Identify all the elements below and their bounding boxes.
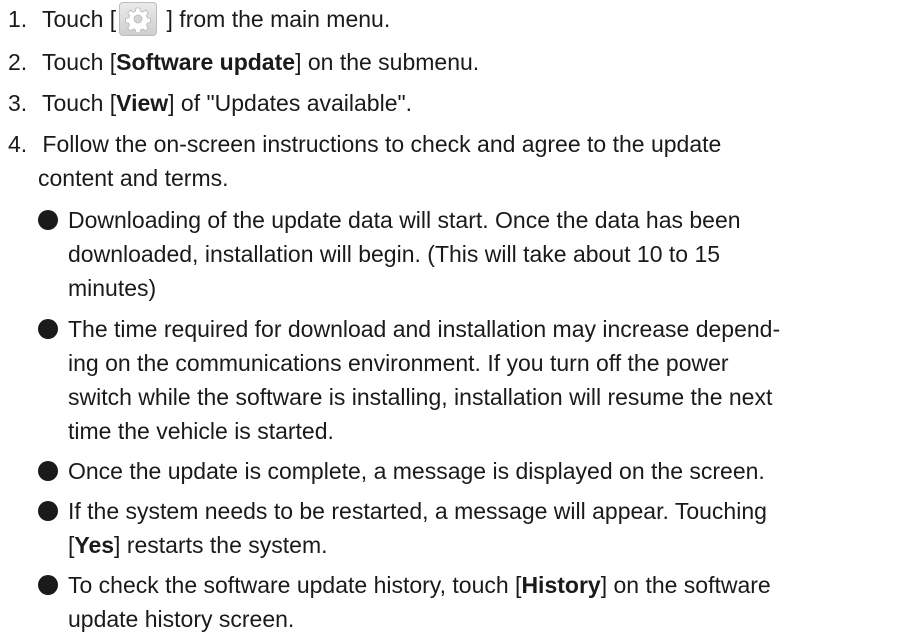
view-label: View (116, 90, 169, 116)
step-1: 1. Touch [ ] from the main menu. (8, 2, 888, 36)
bullet-item: The time required for download and insta… (38, 312, 888, 448)
step-text-line: Follow the on-screen instructions to che… (42, 131, 722, 157)
step-text-before: Touch [ (41, 49, 117, 75)
gear-icon (119, 2, 158, 36)
bullet-text: If the system needs to be restarted, a m… (68, 494, 888, 562)
bullet-text: The time required for download and insta… (68, 312, 888, 448)
bullet-dot-icon (38, 319, 58, 339)
bullet-text: Downloading of the update data will star… (68, 203, 888, 305)
history-label: History (521, 572, 601, 598)
bullet-line: If the system needs to be restarted, a m… (68, 498, 767, 524)
step-text-line: content and terms. (38, 165, 229, 191)
step-3: 3. Touch [View] of "Updates available". (8, 86, 888, 120)
step-4-continuation: content and terms. (38, 161, 888, 195)
bullet-line: time the vehicle is started. (68, 418, 334, 444)
bullet-dot-icon (38, 501, 58, 521)
bullet-text: To check the software update history, to… (68, 568, 888, 636)
bullet-line: Downloading of the update data will star… (68, 207, 741, 233)
step-2: 2. Touch [Software update] on the submen… (8, 45, 888, 79)
step-text-after: ] from the main menu. (160, 6, 391, 32)
bullet-dot-icon (38, 575, 58, 595)
step-number: 3. (8, 90, 28, 116)
step-text-after: ] on the submenu. (295, 49, 480, 75)
bullet-line: minutes) (68, 275, 157, 301)
step-text-before: Touch [ (41, 6, 117, 32)
software-update-label: Software update (116, 49, 296, 75)
bullet-item: To check the software update history, to… (38, 568, 888, 636)
bullet-text: Once the update is complete, a message i… (68, 454, 888, 488)
bullet-dot-icon (38, 461, 58, 481)
bullet-line: ing on the communications environment. I… (68, 350, 729, 376)
bullet-line: ] restarts the system. (114, 532, 328, 558)
manual-page: 1. Touch [ ] from the main menu. 2. Touc… (0, 0, 899, 632)
step-number: 2. (8, 49, 28, 75)
bullet-line: switch while the software is installing,… (68, 384, 773, 410)
step-number: 4. (8, 131, 28, 157)
step-text-after: ] of "Updates available". (168, 90, 413, 116)
bullet-item: If the system needs to be restarted, a m… (38, 494, 888, 562)
step-4: 4. Follow the on-screen instructions to … (8, 127, 888, 161)
bullet-line: The time required for download and insta… (68, 316, 781, 342)
bullet-line: ] on the software (600, 572, 771, 598)
bullet-line: To check the software update history, to… (68, 572, 522, 598)
bullet-item: Once the update is complete, a message i… (38, 454, 888, 488)
bullet-dot-icon (38, 210, 58, 230)
yes-label: Yes (74, 532, 115, 558)
bullet-line: downloaded, installation will begin. (Th… (68, 241, 721, 267)
bullet-line: Once the update is complete, a message i… (68, 458, 765, 484)
step-text-before: Touch [ (41, 90, 117, 116)
bullet-item: Downloading of the update data will star… (38, 203, 888, 305)
step-number: 1. (8, 6, 28, 32)
